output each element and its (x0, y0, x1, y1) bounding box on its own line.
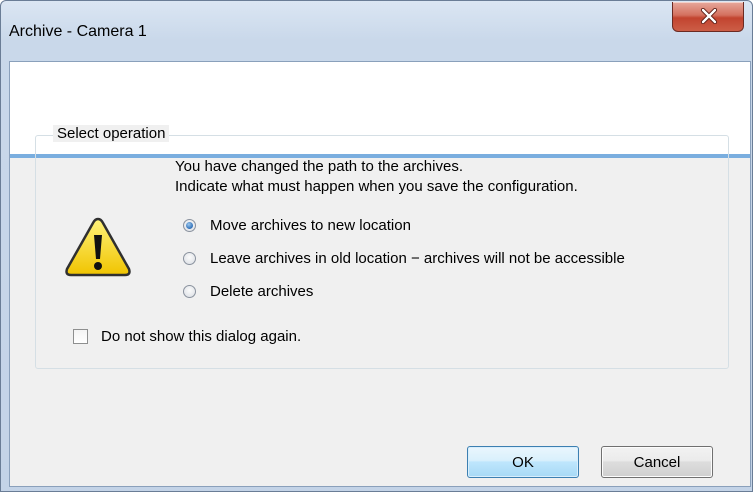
dialog-window: Archive - Camera 1 Select operation You … (0, 0, 753, 492)
option-label: Leave archives in old location − archive… (210, 249, 625, 267)
cancel-button[interactable]: Cancel (601, 446, 713, 478)
warning-icon (63, 215, 133, 283)
radio-move-archives[interactable] (183, 218, 196, 232)
dont-show-again-row[interactable]: Do not show this dialog again. (73, 325, 301, 347)
message-text: You have changed the path to the archive… (175, 157, 578, 197)
dont-show-again-checkbox[interactable] (73, 328, 88, 344)
close-icon (700, 8, 718, 24)
window-title: Archive - Camera 1 (9, 23, 147, 40)
dont-show-again-label: Do not show this dialog again. (101, 327, 302, 345)
option-leave-archives[interactable]: Leave archives in old location − archive… (183, 247, 625, 269)
option-label: Move archives to new location (210, 216, 411, 234)
close-button[interactable] (672, 2, 744, 32)
group-legend: Select operation (53, 125, 170, 142)
title-bar[interactable]: Archive - Camera 1 (1, 1, 752, 61)
option-delete-archives[interactable]: Delete archives (183, 280, 313, 302)
message-line-1: You have changed the path to the archive… (175, 158, 463, 175)
radio-leave-archives[interactable] (183, 251, 196, 265)
option-label: Delete archives (210, 282, 314, 300)
ok-button[interactable]: OK (467, 446, 579, 478)
option-move-archives[interactable]: Move archives to new location (183, 214, 411, 236)
select-operation-group: Select operation You have changed the pa… (35, 125, 733, 421)
message-line-2: Indicate what must happen when you save … (175, 178, 578, 195)
radio-delete-archives[interactable] (183, 284, 196, 298)
